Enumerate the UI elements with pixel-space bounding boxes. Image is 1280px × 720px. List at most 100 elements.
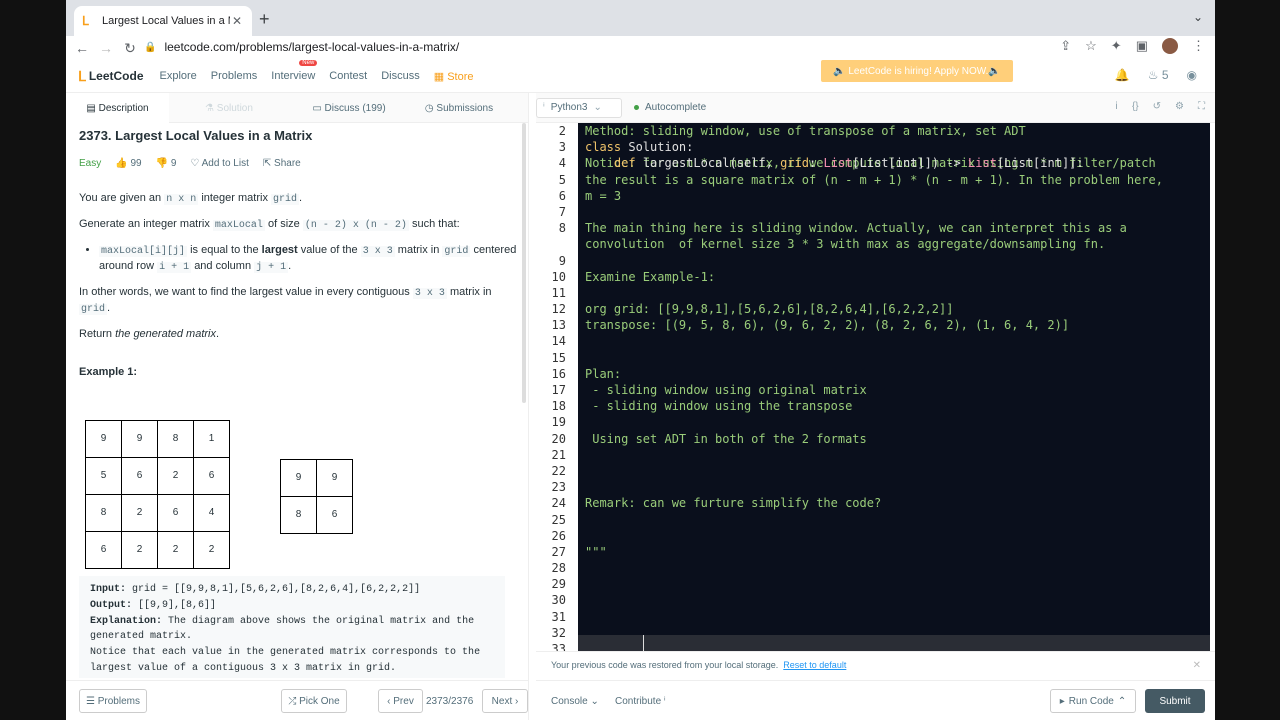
profile-avatar[interactable]: [1162, 38, 1178, 54]
keyword: def: [613, 156, 636, 171]
grid-cell: 6: [316, 496, 353, 534]
sidepanel-icon[interactable]: ▣: [1136, 38, 1148, 54]
problems-button[interactable]: ☰ Problems: [79, 689, 147, 713]
run-code-button[interactable]: ▸ Run Code ⌃: [1050, 689, 1136, 713]
line-number: 10: [551, 269, 566, 284]
text: matrix in: [397, 244, 440, 256]
extensions-icon[interactable]: ✦: [1111, 38, 1122, 54]
code-line: convolution of kernel size 3 * 3 with ma…: [585, 237, 1106, 252]
bookmark-star-icon[interactable]: ☆: [1085, 38, 1097, 54]
prev-label: Prev: [393, 695, 414, 707]
nav-discuss[interactable]: Discuss: [381, 70, 420, 82]
tab-discuss[interactable]: ▭ Discuss (199): [289, 93, 409, 123]
braces-icon[interactable]: {}: [1132, 101, 1139, 112]
code-text: [List[int]]:: [996, 156, 1084, 171]
next-button[interactable]: Next ›: [482, 689, 528, 713]
grid-cell: 5: [85, 457, 122, 495]
bullet-list: maxLocal[i][j] is equal to the largest v…: [99, 243, 519, 275]
chevron-down-icon[interactable]: ⌄: [1193, 10, 1203, 24]
run-code-label: Run Code: [1068, 695, 1114, 707]
new-tab-icon[interactable]: +: [259, 9, 270, 30]
panel-splitter[interactable]: [528, 93, 536, 720]
leetcode-favicon-icon: ᒪ: [82, 14, 89, 28]
text: such that:: [411, 218, 460, 230]
reload-icon[interactable]: ↻: [118, 40, 142, 57]
info-icon[interactable]: ⅰ: [1115, 101, 1118, 112]
contribute-button[interactable]: Contribute ⁱ: [615, 696, 666, 707]
status-dot: [634, 105, 639, 110]
user-icon[interactable]: ◉: [1187, 68, 1197, 82]
nav-explore[interactable]: Explore: [160, 70, 197, 82]
example-title: Example 1:: [79, 366, 138, 378]
url-field[interactable]: 🔒 leetcode.com/problems/largest-local-va…: [144, 36, 1064, 58]
add-to-list-button[interactable]: ♡ Add to List: [190, 157, 248, 171]
submit-button[interactable]: Submit: [1145, 689, 1205, 713]
prev-button[interactable]: ‹ Prev: [378, 689, 423, 713]
type: List: [968, 156, 997, 171]
fullscreen-icon[interactable]: ⛶: [1198, 101, 1205, 112]
share-label: Share: [274, 158, 301, 169]
tab-description[interactable]: ▤ Description: [66, 93, 169, 123]
code-area[interactable]: Method: sliding window, use of transpose…: [578, 123, 1210, 651]
inline-code: maxLocal[i][j]: [99, 246, 188, 257]
close-icon[interactable]: ✕: [1193, 660, 1201, 671]
code-editor[interactable]: 2 3 4 5 6 7 8 9 10 11 12 13 14 15 16 17 18 19 20 21 22 23 24 25…: [536, 123, 1215, 651]
back-icon[interactable]: ←: [70, 40, 94, 56]
tab-submissions[interactable]: ◷ Submissions: [409, 93, 509, 123]
share-icon[interactable]: ⇪: [1060, 38, 1071, 54]
nav-problems[interactable]: Problems: [211, 70, 257, 82]
inline-code: grid: [271, 194, 300, 205]
hiring-banner[interactable]: 🔈 LeetCode is hiring! Apply NOW.🔈: [821, 60, 1013, 82]
line-number: 6: [558, 188, 566, 203]
inline-code: 3 x 3: [412, 288, 447, 299]
tab-solution[interactable]: ⚗ Solution: [169, 93, 289, 123]
browser-tab[interactable]: ᒪ Largest Local Values in a Matri ✕: [74, 6, 252, 36]
nav-contest[interactable]: Contest: [329, 70, 367, 82]
restore-notice: Your previous code was restored from you…: [536, 651, 1215, 678]
code-line: Remark: can we furture simplify the code…: [585, 496, 882, 511]
chevron-up-icon: ⌃: [1117, 695, 1127, 707]
inline-code: i + 1: [157, 262, 192, 273]
like-count: 99: [130, 158, 142, 169]
contribute-label: Contribute: [615, 696, 662, 707]
autocomplete-toggle[interactable]: Autocomplete: [634, 102, 706, 113]
tab-title: Largest Local Values in a Matri: [102, 15, 230, 27]
text: value of the: [300, 244, 358, 256]
code-line: class Solution:: [585, 139, 1210, 155]
close-tab-icon[interactable]: ✕: [230, 14, 244, 28]
example-output-line: Output: [[9,9],[8,6]]: [90, 598, 494, 614]
nav-store[interactable]: ▦ Store: [434, 70, 474, 83]
line-number: 14: [551, 334, 566, 349]
text: of size: [268, 218, 300, 230]
example-output-grid: 99 86: [280, 459, 353, 534]
console-button[interactable]: Console ⌄: [551, 696, 599, 707]
like-button[interactable]: 👍 99: [115, 157, 141, 171]
chevron-down-icon: ⌄: [590, 696, 599, 707]
dislike-button[interactable]: 👎 9: [156, 157, 177, 171]
reset-to-default-link[interactable]: Reset to default: [783, 660, 846, 670]
menu-icon[interactable]: ⋮: [1192, 38, 1205, 54]
grid-cell: 9: [85, 420, 122, 458]
nav-interview[interactable]: Interview New: [271, 60, 318, 82]
forward-icon[interactable]: →: [94, 40, 118, 56]
reset-icon[interactable]: ↺: [1153, 101, 1161, 112]
identifier: largestLocal: [642, 156, 730, 171]
line-number: 9: [558, 253, 566, 268]
bold-text: largest: [261, 244, 298, 256]
streak[interactable]: ♨ 5: [1148, 68, 1169, 82]
code-line: Examine Example-1:: [585, 269, 716, 284]
address-bar: ← → ↻ 🔒 leetcode.com/problems/largest-lo…: [66, 36, 1215, 60]
notification-bell-icon[interactable]: 🔔: [1115, 68, 1130, 82]
language-select[interactable]: ⁱ Python3 ⌄: [536, 97, 622, 118]
line-number: 2: [558, 124, 566, 138]
share-button[interactable]: ⇱ Share: [263, 157, 301, 171]
scrollbar[interactable]: [522, 123, 526, 403]
leetcode-logo[interactable]: ᒪ LeetCode: [78, 68, 144, 85]
chevron-down-icon: ⌄: [593, 102, 602, 113]
editor-footer: Console ⌄ Contribute ⁱ ▸ Run Code ⌃ Submit: [536, 680, 1215, 720]
settings-icon[interactable]: ⚙: [1175, 101, 1184, 112]
pick-one-button[interactable]: ⤮ Pick One: [281, 689, 347, 713]
